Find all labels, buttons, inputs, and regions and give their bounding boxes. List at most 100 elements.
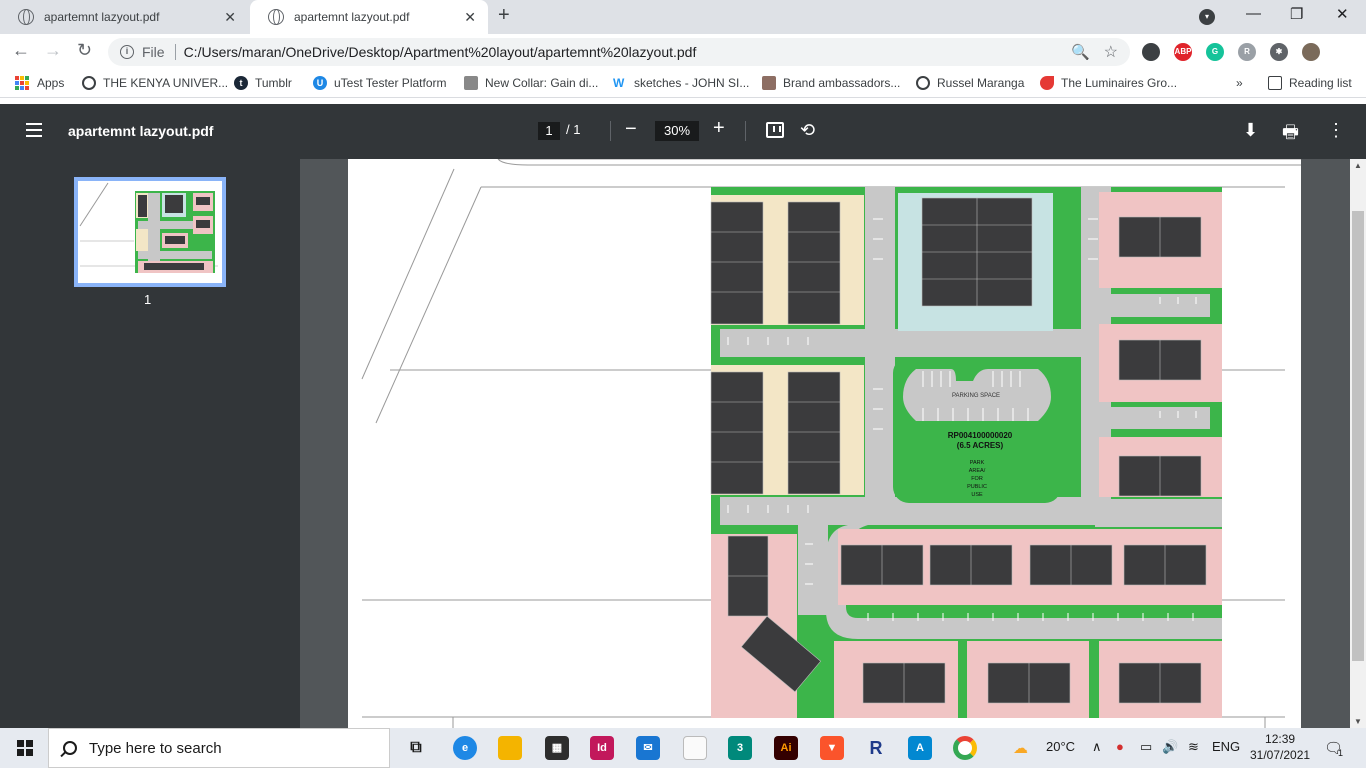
bookmarks-overflow-button[interactable]: » [1236,76,1243,90]
document-icon[interactable] [683,736,707,760]
tray-chevron-icon[interactable]: ∧ [1092,739,1102,755]
bookmark-russel-maranga[interactable]: Russel Maranga [916,76,1024,90]
tray-app-icon[interactable]: ● [1116,739,1124,754]
3d-viewer-icon[interactable]: 3 [728,736,752,760]
menu-icon[interactable] [26,123,42,137]
page-number-input[interactable]: 1 [538,122,560,140]
scroll-down-icon[interactable]: ▼ [1354,717,1362,726]
store-icon[interactable]: ▦ [545,736,569,760]
bookmark-label: sketches - JOHN SI... [634,76,750,90]
edge-icon[interactable]: e [453,736,477,760]
divider [745,121,746,141]
bookmark-kenya-univer[interactable]: THE KENYA UNIVER... [82,76,228,90]
minimize-button[interactable]: — [1246,5,1261,22]
page-thumbnail[interactable] [74,177,226,287]
bookmark-label: THE KENYA UNIVER... [103,76,229,90]
bookmark-star-icon[interactable]: ☆ [1104,42,1118,62]
apps-grid-icon [15,76,29,90]
acreage-label: (6.5 ACRES) [957,441,1004,450]
mail-icon[interactable]: ✉ [636,736,660,760]
language-indicator[interactable]: ENG [1212,739,1240,754]
battery-icon[interactable]: ▭ [1140,739,1152,755]
zoom-icon[interactable]: 🔍 [1071,43,1090,61]
clock[interactable]: 12:39 31/07/2021 [1250,731,1310,763]
url-text[interactable]: C:/Users/maran/OneDrive/Desktop/Apartmen… [184,44,697,60]
file-explorer-icon[interactable] [498,736,522,760]
download-icon[interactable]: ⬇ [1243,120,1258,141]
scroll-up-icon[interactable]: ▲ [1354,161,1362,170]
close-window-button[interactable]: ✕ [1336,5,1349,23]
taskbar-search[interactable]: Type here to search [48,728,390,768]
tab-1[interactable]: apartemnt lazyout.pdf ✕ [0,0,248,34]
revit-icon[interactable]: R [864,736,888,760]
forward-button[interactable]: → [44,40,62,61]
adblock-icon[interactable]: ABP [1174,43,1192,61]
parcel-id-label: RP004100000020 [948,431,1013,440]
grammarly-icon[interactable]: G [1206,43,1224,61]
search-icon [63,741,77,755]
tab-search-icon[interactable]: ▾ [1199,9,1215,25]
close-icon[interactable]: ✕ [464,9,476,26]
reload-button[interactable]: ↻ [77,40,92,61]
fit-to-page-icon[interactable] [766,122,784,138]
close-icon[interactable]: ✕ [224,9,236,26]
divider [174,44,176,60]
park-line-5: USE [971,492,983,498]
pdf-viewer: PARKING SPACE RP004100000020 (6.5 ACRES)… [300,159,1350,728]
task-view-icon[interactable]: ⧉ [404,736,428,760]
parking-space-label: PARKING SPACE [952,393,1000,399]
bookmark-new-collar[interactable]: New Collar: Gain di... [464,76,598,90]
reading-list-button[interactable]: Reading list [1268,76,1352,90]
vertical-scrollbar[interactable]: ▲ ▼ [1350,159,1366,728]
maximize-button[interactable]: ❐ [1290,5,1303,23]
document-title: apartemnt lazyout.pdf [68,123,214,139]
park-line-1: PARK [970,460,985,466]
back-button[interactable]: ← [12,40,30,61]
chrome-icon[interactable] [953,736,977,760]
bookmark-tumblr[interactable]: t Tumblr [234,76,292,90]
rotate-icon[interactable]: ⟲ [800,120,815,141]
thumbnail-page-number: 1 [144,292,152,307]
bookmark-sketches[interactable]: W sketches - JOHN SI... [613,76,749,90]
tumblr-icon: t [234,76,248,90]
tab-title: apartemnt lazyout.pdf [294,10,410,24]
volume-icon[interactable]: 🔊 [1162,739,1178,755]
newcollar-icon [464,76,478,90]
search-placeholder: Type here to search [89,739,222,757]
print-icon[interactable]: 🖶 [1282,120,1299,150]
indesign-icon[interactable]: Id [590,736,614,760]
bookmark-label: Russel Maranga [937,76,1025,90]
puzzle-icon[interactable]: ✱ [1270,43,1288,61]
scrollbar-thumb[interactable] [1352,211,1364,661]
bookmark-utest[interactable]: U uTest Tester Platform [313,76,447,90]
azure-icon[interactable]: A [908,736,932,760]
profile-avatar[interactable] [1302,43,1320,61]
more-options-icon[interactable]: ⋮ [1327,120,1345,141]
windows-start-icon[interactable] [17,740,33,756]
zoom-input[interactable]: 30% [655,121,699,141]
bookmark-brand-ambassadors[interactable]: Brand ambassadors... [762,76,900,90]
page-total: / 1 [566,122,581,137]
file-scheme-label: File [142,44,165,60]
bookmark-luminaires[interactable]: The Luminaires Gro... [1040,76,1177,90]
zoom-out-button[interactable]: − [625,118,637,141]
wifi-icon[interactable]: ≋ [1188,739,1199,755]
tab-strip: apartemnt lazyout.pdf ✕ apartemnt lazyou… [0,0,1366,34]
tab-2[interactable]: apartemnt lazyout.pdf ✕ [250,0,488,34]
bookmark-apps[interactable]: Apps [15,76,64,90]
bookmark-label: Apps [37,76,65,90]
bookmark-label: uTest Tester Platform [334,76,447,90]
extension-icon[interactable] [1142,43,1160,61]
reader-extension-icon[interactable]: R [1238,43,1256,61]
bookmark-label: Tumblr [255,76,292,90]
new-tab-button[interactable]: + [498,4,510,27]
weather-temp[interactable]: 20°C [1046,739,1075,754]
park-line-4: PUBLIC [967,484,987,490]
illustrator-icon[interactable]: Ai [774,736,798,760]
bookmark-label: Brand ambassadors... [783,76,901,90]
address-bar[interactable]: i File C:/Users/maran/OneDrive/Desktop/A… [108,38,1130,66]
weather-icon[interactable]: ☁ [1013,739,1028,757]
brave-icon[interactable]: ▼ [820,736,844,760]
zoom-in-button[interactable]: + [713,117,725,140]
info-icon[interactable]: i [120,45,134,59]
